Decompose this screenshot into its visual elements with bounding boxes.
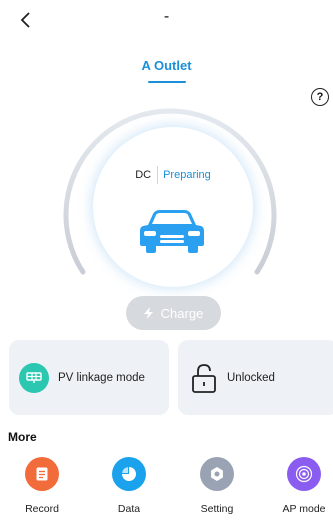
more-section-title: More xyxy=(8,430,37,444)
car-icon xyxy=(140,210,204,253)
more-item-label: AP mode xyxy=(282,503,326,515)
pv-linkage-card[interactable]: PV linkage mode xyxy=(9,340,169,415)
more-item-record[interactable]: Record xyxy=(10,457,74,515)
charge-button[interactable]: Charge xyxy=(126,296,221,330)
pv-linkage-label: PV linkage mode xyxy=(58,371,145,384)
lightning-icon xyxy=(143,307,153,319)
question-icon: ? xyxy=(316,91,324,103)
charging-status: Preparing xyxy=(163,169,211,181)
gear-icon xyxy=(200,457,234,491)
tab-a-outlet[interactable]: A Outlet xyxy=(0,58,333,73)
help-button[interactable]: ? xyxy=(311,88,329,106)
more-item-setting[interactable]: Setting xyxy=(185,457,249,515)
more-item-ap-mode[interactable]: AP mode xyxy=(272,457,333,515)
status-circle xyxy=(93,127,253,287)
more-item-label: Data xyxy=(117,503,141,515)
unlock-icon xyxy=(192,363,216,393)
tab-underline xyxy=(148,81,186,83)
outlet-type: DC xyxy=(135,169,152,181)
more-item-data[interactable]: Data xyxy=(97,457,161,515)
solar-panel-icon xyxy=(19,362,49,393)
more-item-label: Setting xyxy=(200,503,234,515)
lock-status-label: Unlocked xyxy=(227,371,275,384)
record-icon xyxy=(25,457,59,491)
charge-label: Charge xyxy=(160,305,204,321)
status-row: DC Preparing xyxy=(93,166,253,184)
more-item-label: Record xyxy=(25,503,59,515)
ap-mode-icon xyxy=(287,457,321,491)
page-title: - xyxy=(163,8,170,25)
lock-card[interactable]: Unlocked xyxy=(178,340,333,415)
data-icon xyxy=(112,457,146,491)
